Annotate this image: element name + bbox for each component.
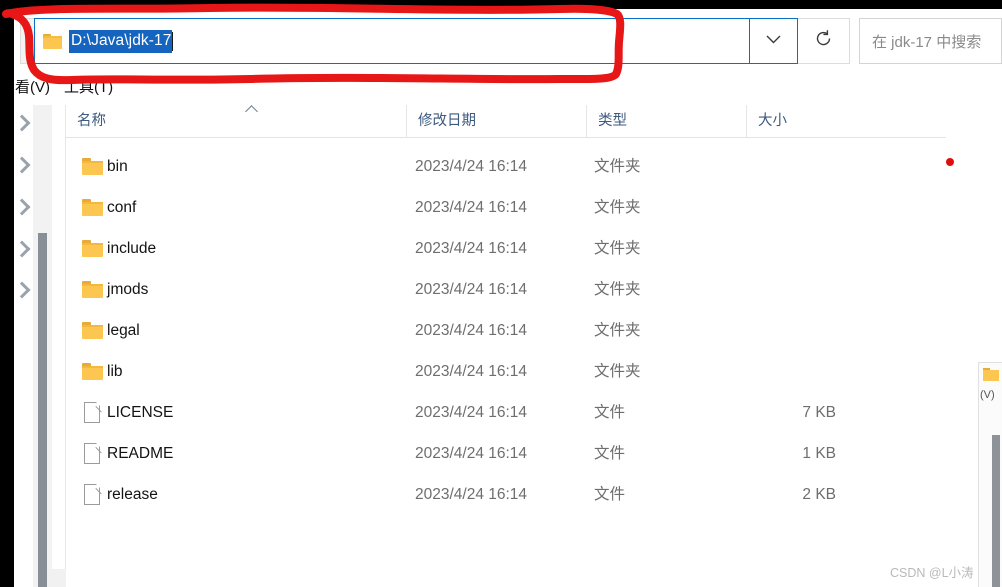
- cell-name: release: [107, 486, 158, 503]
- cell-size: [726, 229, 836, 269]
- sort-ascending-icon: [245, 105, 258, 118]
- address-bar-row: D:\Java\jdk-17 在 jdk-17 中搜索: [20, 18, 1002, 64]
- cell-name: legal: [107, 322, 140, 339]
- file-explorer-window: D:\Java\jdk-17 在 jdk-17 中搜索 看(V) 工具(T) 名…: [13, 9, 1002, 587]
- address-bar-path-text: D:\Java\jdk-17: [69, 29, 173, 53]
- cell-date: 2023/4/24 16:14: [415, 404, 528, 421]
- cell-date: 2023/4/24 16:14: [415, 240, 528, 257]
- cell-date: 2023/4/24 16:14: [415, 486, 528, 503]
- tree-expand-chevron-icon[interactable]: [13, 114, 31, 132]
- column-header-name[interactable]: 名称: [66, 105, 406, 138]
- cell-type: 文件: [594, 404, 626, 421]
- tree-expand-chevron-icon[interactable]: [13, 156, 31, 174]
- cell-type: 文件夹: [594, 240, 641, 257]
- cell-type: 文件夹: [594, 322, 641, 339]
- background-window-scrollbar-thumb[interactable]: [992, 435, 1000, 587]
- cell-type: 文件夹: [594, 363, 641, 380]
- table-row[interactable]: LICENSE 2023/4/24 16:14 文件 7 KB: [66, 393, 946, 433]
- background-window-menu-fragment: (V): [980, 389, 995, 401]
- table-row[interactable]: conf 2023/4/24 16:14 文件夹: [66, 188, 946, 228]
- cell-type: 文件夹: [594, 158, 641, 175]
- tree-expand-chevron-icon[interactable]: [13, 198, 31, 216]
- cell-size: [726, 147, 836, 187]
- cell-date: 2023/4/24 16:14: [415, 445, 528, 462]
- cell-name: README: [107, 445, 174, 462]
- cell-date: 2023/4/24 16:14: [415, 363, 528, 380]
- tree-expand-chevron-icon[interactable]: [13, 240, 31, 258]
- cell-name: LICENSE: [107, 404, 174, 421]
- column-header-size-label: 大小: [758, 113, 787, 129]
- cell-name: lib: [107, 363, 123, 380]
- cell-type: 文件: [594, 445, 626, 462]
- column-header-date-label: 修改日期: [418, 113, 476, 129]
- cell-date: 2023/4/24 16:14: [415, 322, 528, 339]
- screenshot-root: D:\Java\jdk-17 在 jdk-17 中搜索 看(V) 工具(T) 名…: [0, 0, 1002, 587]
- file-list: 名称 修改日期 类型 大小 bin 2023/4/24 16:14 文件夹 co…: [66, 105, 946, 587]
- cell-name: bin: [107, 158, 128, 175]
- search-input[interactable]: 在 jdk-17 中搜索: [859, 18, 1002, 64]
- menu-item-tools[interactable]: 工具(T): [64, 75, 113, 101]
- cell-date: 2023/4/24 16:14: [415, 158, 528, 175]
- cell-size: [726, 311, 836, 351]
- red-dot-marker: [946, 158, 954, 166]
- address-bar-left-spacer: [20, 18, 34, 64]
- chevron-down-icon: [765, 32, 782, 50]
- table-row[interactable]: release 2023/4/24 16:14 文件 2 KB: [66, 475, 946, 515]
- menu-bar: 看(V) 工具(T): [14, 75, 1002, 101]
- table-row[interactable]: legal 2023/4/24 16:14 文件夹: [66, 311, 946, 351]
- table-row[interactable]: lib 2023/4/24 16:14 文件夹: [66, 352, 946, 392]
- cell-size: 7 KB: [802, 404, 836, 421]
- address-bar-input[interactable]: D:\Java\jdk-17: [34, 18, 750, 64]
- navigation-pane[interactable]: [13, 105, 66, 587]
- cell-type: 文件夹: [594, 199, 641, 216]
- background-window-fragment[interactable]: (V): [978, 362, 1002, 587]
- cell-type: 文件夹: [594, 281, 641, 298]
- folder-icon: [983, 368, 999, 381]
- refresh-icon: [814, 29, 833, 53]
- cell-date: 2023/4/24 16:14: [415, 281, 528, 298]
- navigation-scrollbar-thumb[interactable]: [38, 233, 47, 587]
- refresh-button[interactable]: [798, 18, 850, 64]
- table-row[interactable]: jmods 2023/4/24 16:14 文件夹: [66, 270, 946, 310]
- cell-size: [726, 270, 836, 310]
- cell-name: jmods: [107, 281, 149, 298]
- cell-size: [726, 188, 836, 228]
- cell-date: 2023/4/24 16:14: [415, 199, 528, 216]
- text-caret: [172, 31, 174, 51]
- column-header-size[interactable]: 大小: [746, 105, 846, 138]
- tree-expand-chevron-icon[interactable]: [13, 281, 31, 299]
- table-row[interactable]: bin 2023/4/24 16:14 文件夹: [66, 147, 946, 187]
- address-bar-dropdown-button[interactable]: [750, 18, 798, 64]
- column-header-type-label: 类型: [598, 113, 627, 129]
- cell-name: include: [107, 240, 157, 257]
- cell-type: 文件: [594, 486, 626, 503]
- cell-size: 2 KB: [802, 486, 836, 503]
- menu-item-view[interactable]: 看(V): [15, 75, 50, 101]
- cell-size: 1 KB: [802, 445, 836, 462]
- column-header-row: 名称 修改日期 类型 大小: [66, 105, 946, 138]
- table-row[interactable]: README 2023/4/24 16:14 文件 1 KB: [66, 434, 946, 474]
- cell-name: conf: [107, 199, 137, 216]
- cell-size: [726, 352, 836, 392]
- folder-icon: [43, 33, 62, 49]
- search-placeholder: 在 jdk-17 中搜索: [872, 33, 982, 51]
- column-header-date[interactable]: 修改日期: [406, 105, 586, 138]
- table-row[interactable]: include 2023/4/24 16:14 文件夹: [66, 229, 946, 269]
- column-header-type[interactable]: 类型: [586, 105, 746, 138]
- desktop-edge-top: [0, 0, 1002, 9]
- csdn-watermark: CSDN @L小涛: [890, 566, 974, 580]
- column-header-name-label: 名称: [77, 113, 106, 129]
